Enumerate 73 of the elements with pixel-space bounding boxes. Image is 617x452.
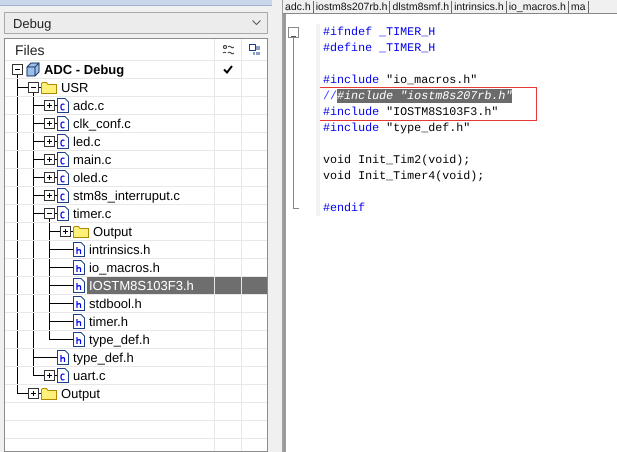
expand-icon[interactable] [28,388,39,399]
editor-tab[interactable]: iostm8s207rb.h [314,1,390,13]
code-line: void Init_Timer4(void); [322,168,484,184]
code-line: //#include "iostm8s207rb.h" [322,88,512,104]
c-file-icon [57,368,69,383]
expand-icon[interactable] [44,172,55,183]
tree-item[interactable]: timer.h [87,313,130,330]
expand-icon[interactable] [60,226,71,237]
c-file-icon [57,116,69,131]
tree-item[interactable]: USR [59,79,90,96]
c-file-icon [57,188,69,203]
checkmark-icon [223,65,233,74]
c-file-icon [57,134,69,149]
tree-item[interactable]: stm8s_interruput.c [71,187,182,204]
code-line: #endif [322,200,366,216]
expand-icon[interactable] [44,370,55,381]
tree-item[interactable]: type_def.h [87,331,152,348]
tree-item[interactable]: clk_conf.c [71,115,133,132]
collapse-icon[interactable] [44,208,55,219]
code-line: #ifndef _TIMER_H [322,24,436,40]
c-file-icon [57,98,69,113]
tree-item[interactable]: main.c [71,151,114,168]
tree-item[interactable]: timer.c [71,205,114,222]
tree-item[interactable]: intrinsics.h [87,241,152,258]
tree-item[interactable]: stdbool.h [87,295,144,312]
binary-icon[interactable] [248,44,260,56]
code-line: #include "type_def.h" [322,120,470,136]
editor-tab[interactable]: ma [568,1,588,13]
c-file-icon [57,170,69,185]
fold-end-icon [293,200,299,209]
tree-item[interactable]: ADC - Debug [42,61,126,78]
tree-item[interactable]: type_def.h [71,349,136,366]
tree-item[interactable]: io_macros.h [87,259,162,276]
fold-collapse-icon[interactable] [288,27,299,38]
folder-icon [41,81,57,94]
cube-icon [25,62,40,77]
editor-tab[interactable]: io_macros.h [506,1,569,13]
h-file-icon [73,260,85,275]
folder-icon [41,387,57,400]
code-line: #include "io_macros.h" [322,72,478,88]
tree-item[interactable]: adc.c [71,97,106,114]
folder-icon [73,225,89,238]
h-file-icon [73,296,85,311]
tree-item[interactable]: IOSTM8S103F3.h [87,277,214,294]
editor-tab[interactable]: adc.h [283,1,314,13]
h-file-icon [73,242,85,257]
collapse-icon[interactable] [28,82,39,93]
configuration-dropdown[interactable]: Debug [4,12,268,34]
h-file-icon [73,332,85,347]
code-line: void Init_Tim2(void); [322,152,470,168]
tree-item[interactable]: led.c [71,133,102,150]
h-file-icon [73,314,85,329]
tree-item[interactable]: uart.c [71,367,108,384]
chevron-down-icon [252,20,261,26]
tree-item[interactable]: Output [59,385,102,402]
tree-item[interactable]: oled.c [71,169,110,186]
editor-tab[interactable]: dlstm8smf.h [390,1,452,13]
c-file-icon [57,206,69,221]
h-file-icon [73,278,85,293]
expand-icon[interactable] [44,100,55,111]
code-line: #include "IOSTM8S103F3.h" [322,104,498,120]
c-file-icon [57,152,69,167]
code-line: #define _TIMER_H [322,40,436,56]
collapse-icon[interactable] [12,64,23,75]
editor-tab[interactable]: intrinsics.h [452,1,507,13]
column-header: Files [14,42,45,58]
expand-icon[interactable] [44,154,55,165]
h-file-icon [57,350,69,365]
tree-item[interactable]: Output [91,223,134,240]
options-icon[interactable] [222,44,234,56]
expand-icon[interactable] [44,118,55,129]
expand-icon[interactable] [44,136,55,147]
expand-icon[interactable] [44,190,55,201]
